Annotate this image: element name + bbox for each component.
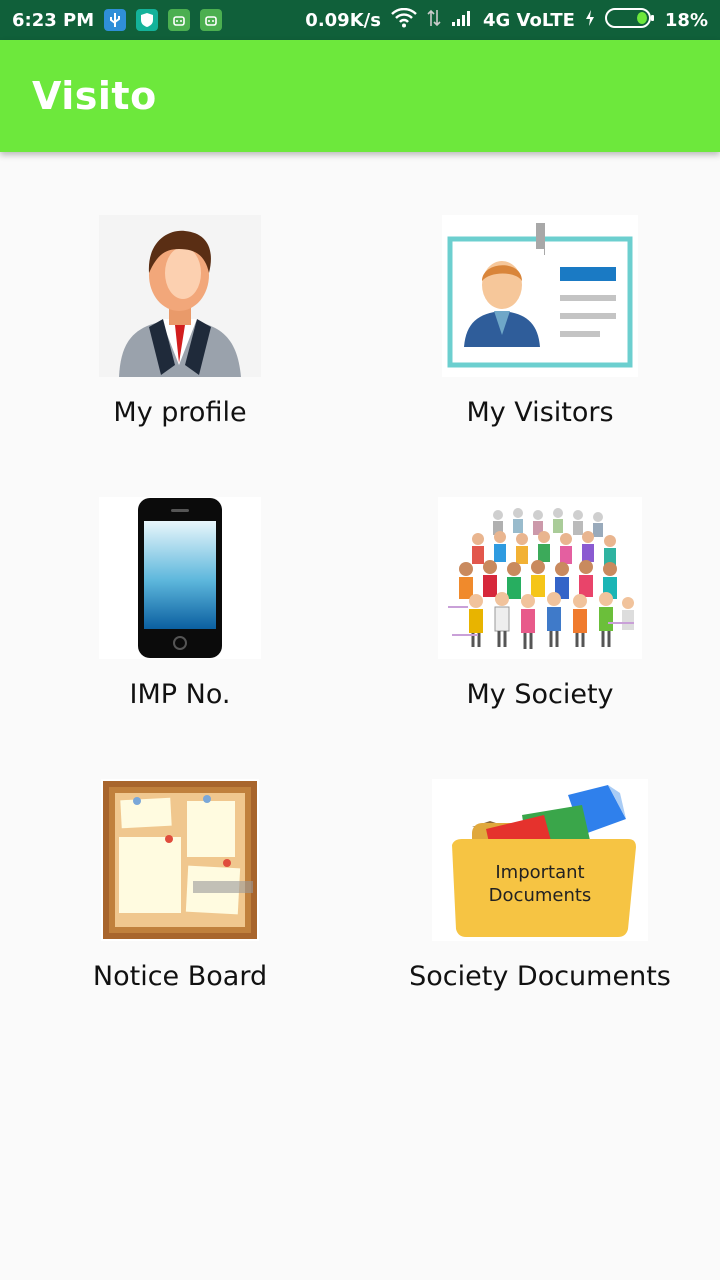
menu-tile-notice-board[interactable]: Notice Board <box>0 779 360 1039</box>
menu-tile-my-profile[interactable]: My profile <box>0 215 360 475</box>
menu-label: My Visitors <box>466 397 614 428</box>
menu-label: My Society <box>466 679 614 710</box>
id-card-icon <box>442 215 638 377</box>
folder-text-line: Important <box>495 862 585 883</box>
status-bar-left: 6:23 PM <box>12 9 223 31</box>
android-icon <box>168 9 191 31</box>
shield-icon <box>136 9 159 31</box>
status-time: 6:23 PM <box>12 9 95 31</box>
data-arrows-icon <box>427 8 441 33</box>
menu-label: Society Documents <box>409 961 671 992</box>
status-bar-right: 0.09K/s 4G VoLTE 18% <box>305 7 708 34</box>
menu-tile-my-visitors[interactable]: My Visitors <box>360 215 720 475</box>
charging-icon <box>585 9 595 32</box>
folder-text-line: Documents <box>488 885 592 906</box>
folder-icon: Important Documents <box>432 779 648 941</box>
menu-tile-my-society[interactable]: My Society <box>360 497 720 757</box>
folder-text: Important Documents <box>432 861 648 907</box>
battery-icon <box>604 7 655 34</box>
crowd-icon <box>438 497 642 659</box>
corkboard-icon <box>101 779 259 941</box>
menu-tile-imp-no[interactable]: IMP No. <box>0 497 360 757</box>
menu-label: Notice Board <box>92 961 268 992</box>
network-type: 4G VoLTE <box>482 9 575 31</box>
android-icon <box>200 9 223 31</box>
menu-label: IMP No. <box>129 679 231 710</box>
net-speed: 0.09K/s <box>305 9 381 31</box>
menu-label: My profile <box>113 397 247 428</box>
app-title: Visito <box>32 74 157 118</box>
smartphone-icon <box>99 497 261 659</box>
signal-icon <box>451 9 473 32</box>
menu-tile-society-documents[interactable]: Important Documents Society Documents <box>360 779 720 1039</box>
app-bar: Visito <box>0 40 720 152</box>
wifi-icon <box>391 7 417 33</box>
usb-icon <box>104 9 127 31</box>
battery-percent: 18% <box>664 9 708 31</box>
profile-avatar-icon <box>99 215 261 377</box>
status-bar: 6:23 PM 0.09K/s 4G VoLTE 18% <box>0 0 720 40</box>
